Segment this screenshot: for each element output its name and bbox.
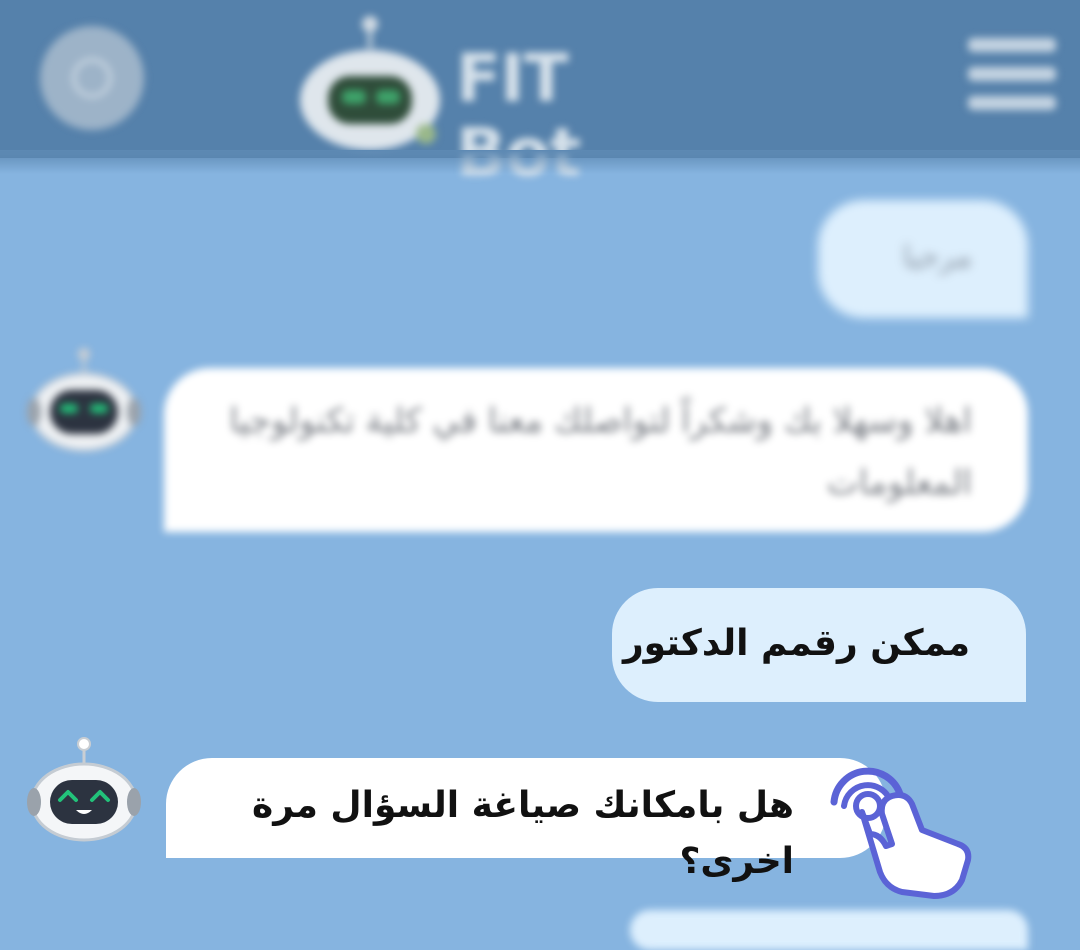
- message-text: هل بامكانك صياغة السؤال مرة اخرى؟: [251, 785, 794, 882]
- bot-avatar-icon: [27, 737, 141, 842]
- settings-button[interactable]: [40, 26, 144, 130]
- bot-message: هل بامكانك صياغة السؤال مرة اخرى؟: [166, 758, 886, 882]
- message-text: ممكن رقمم الدكتور: [622, 623, 970, 664]
- user-message-partial: [630, 910, 1028, 950]
- bot-avatar-icon: [27, 348, 141, 452]
- user-message: ممكن رقمم الدكتور: [612, 588, 1026, 702]
- app-brand-name: FIT Bot: [456, 40, 581, 190]
- user-message: مرحبا: [818, 200, 1028, 318]
- tap-hand-icon: [830, 767, 972, 899]
- app-header: FIT Bot: [0, 0, 1080, 190]
- message-text: مرحبا: [902, 240, 972, 275]
- hamburger-menu-icon[interactable]: [968, 38, 1056, 110]
- bot-message: اهلا وسهلا بك وشكراً لتواصلك معنا في كلي…: [164, 368, 1028, 532]
- settings-icon: [72, 58, 112, 98]
- header-shadow: [0, 150, 1080, 174]
- robot-logo-icon: [300, 16, 440, 150]
- message-text: اهلا وسهلا بك وشكراً لتواصلك معنا في كلي…: [229, 401, 972, 503]
